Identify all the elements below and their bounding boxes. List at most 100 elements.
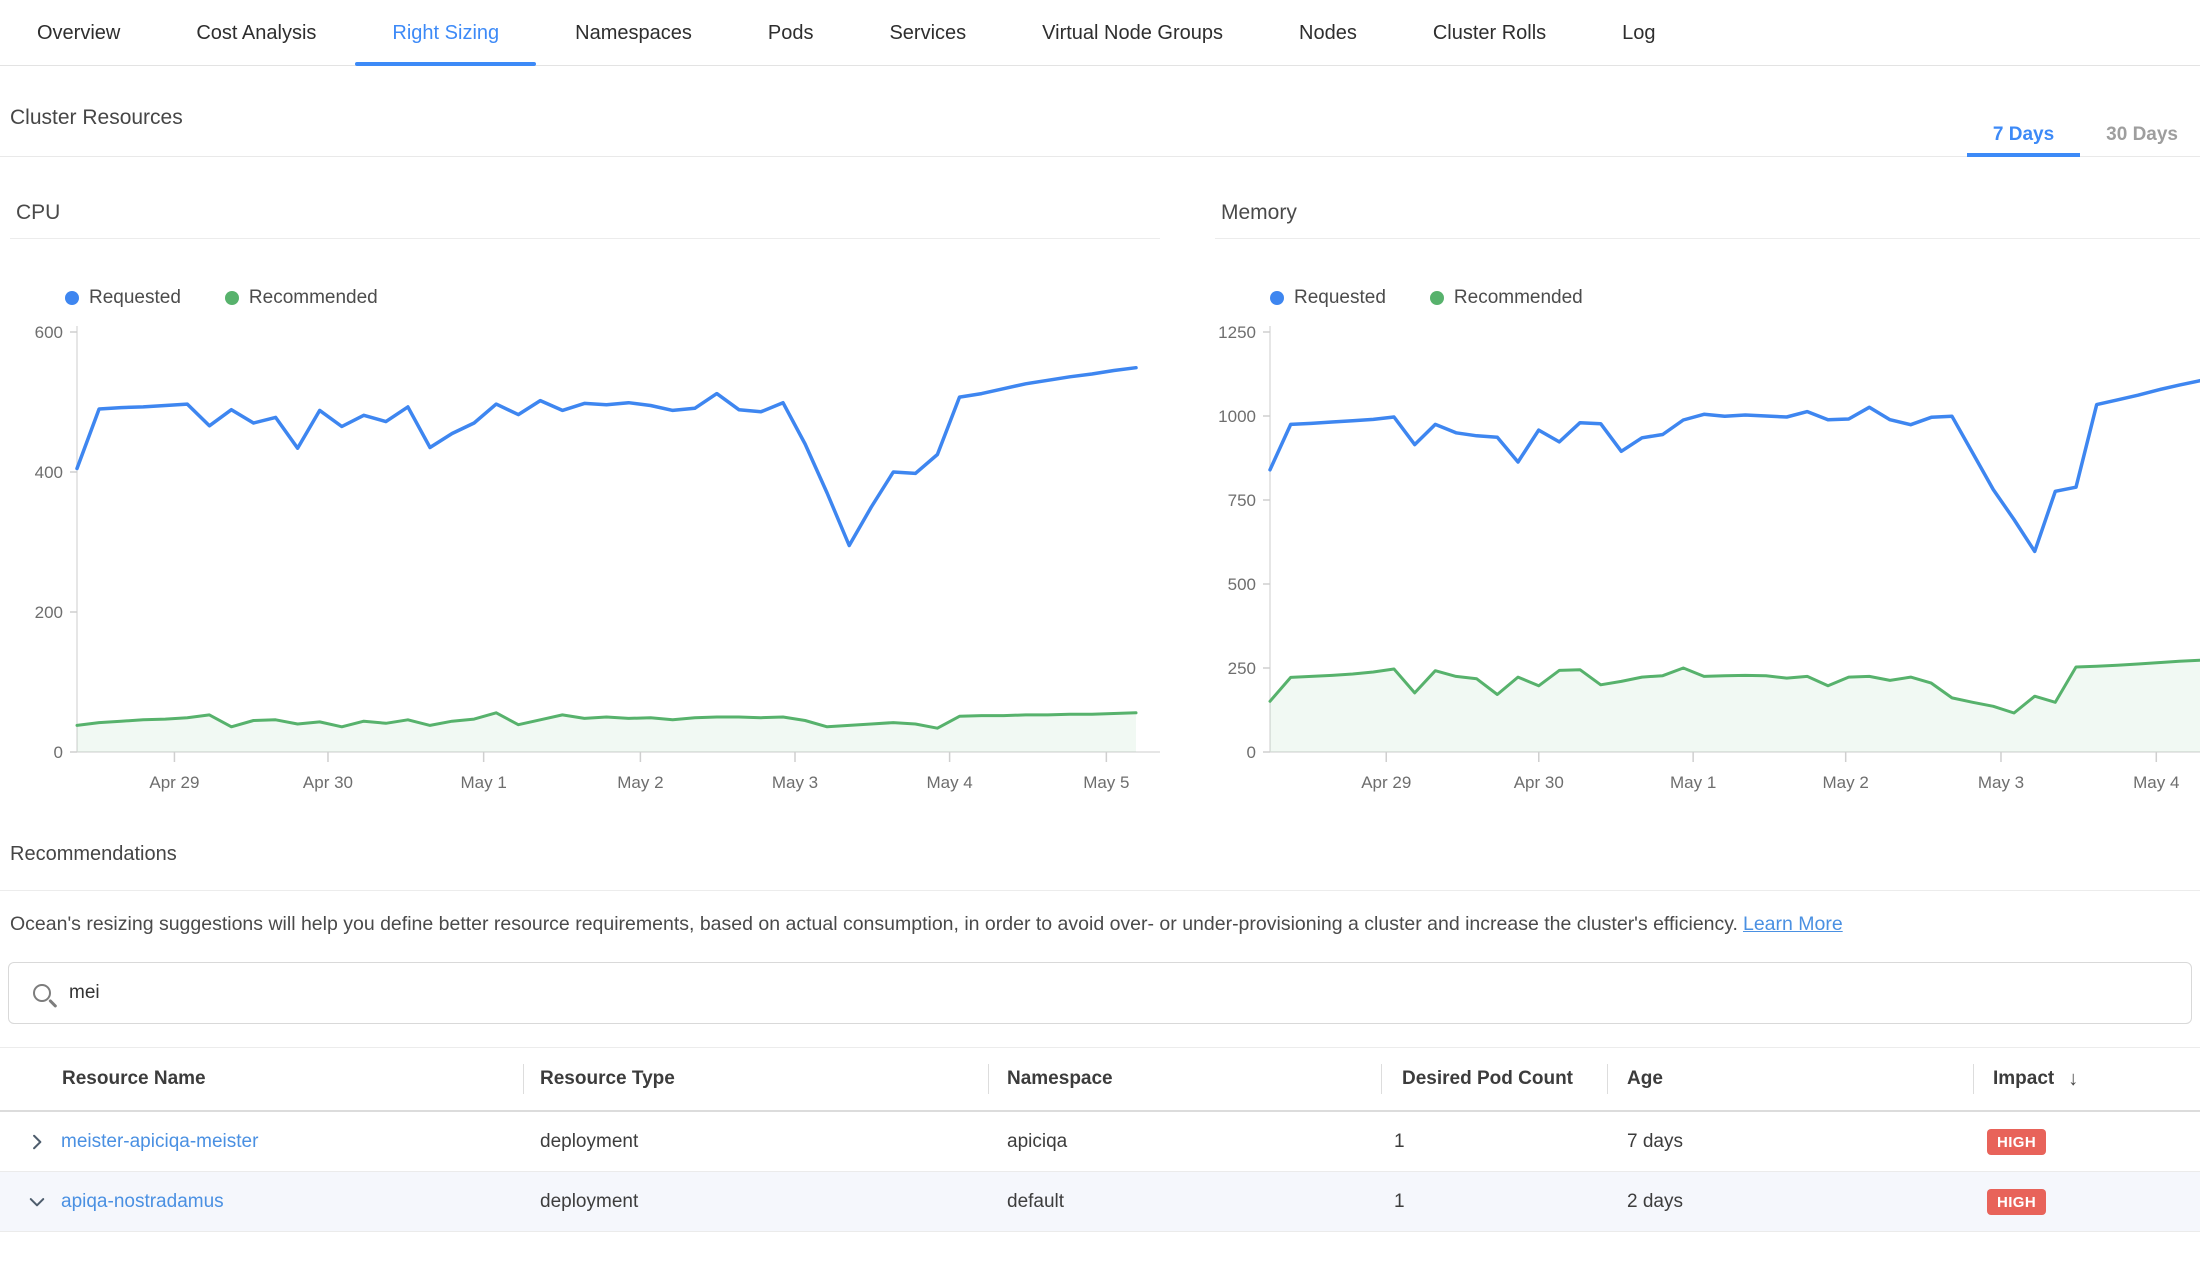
desired-pod-count-cell: 1 [1381, 1191, 1607, 1213]
time-range-switch: 7 Days 30 Days [1967, 107, 2192, 157]
column-header-resource-name[interactable]: Resource Name [0, 1048, 523, 1110]
search-box[interactable] [8, 962, 2192, 1024]
recommendations-description: Ocean's resizing suggestions will help y… [10, 913, 2200, 936]
svg-text:May 4: May 4 [2133, 773, 2179, 792]
search-input[interactable] [69, 982, 2191, 1004]
chevron-right-icon[interactable] [26, 1131, 48, 1153]
svg-text:May 3: May 3 [1978, 773, 2024, 792]
cpu-chart-panel: CPU Requested Recommended 0 200 400 600 Apr … [10, 179, 1160, 795]
table-row[interactable]: apiqa-nostradamus deployment default 1 2… [0, 1172, 2200, 1232]
legend-dot-requested-icon [1270, 291, 1284, 305]
column-header-label: Resource Name [62, 1068, 206, 1090]
column-header-label: Resource Type [540, 1068, 675, 1090]
tab-log[interactable]: Log [1585, 0, 1692, 66]
table-row[interactable]: meister-apiciqa-meister deployment apici… [0, 1112, 2200, 1172]
svg-text:0: 0 [54, 743, 63, 762]
legend-item-recommended: Recommended [1430, 287, 1583, 309]
svg-text:600: 600 [35, 323, 63, 342]
impact-cell: HIGH [1973, 1189, 2200, 1215]
resource-name-link[interactable]: apiqa-nostradamus [61, 1191, 224, 1213]
legend-item-recommended: Recommended [225, 287, 378, 309]
column-header-label: Impact [1993, 1068, 2054, 1090]
range-30-days[interactable]: 30 Days [2080, 107, 2192, 157]
table-header: Resource Name Resource Type Namespace De… [0, 1047, 2200, 1112]
legend-dot-requested-icon [65, 291, 79, 305]
desired-pod-count-cell: 1 [1381, 1131, 1607, 1153]
column-header-desired-pod-count[interactable]: Desired Pod Count [1381, 1048, 1607, 1110]
age-cell: 2 days [1607, 1191, 1973, 1213]
resource-name-cell: meister-apiciqa-meister [0, 1131, 523, 1153]
namespace-cell: default [988, 1191, 1381, 1213]
chevron-down-icon[interactable] [26, 1191, 48, 1213]
svg-text:1250: 1250 [1218, 323, 1256, 342]
column-header-resource-type[interactable]: Resource Type [523, 1048, 988, 1110]
svg-text:250: 250 [1228, 659, 1256, 678]
column-header-namespace[interactable]: Namespace [988, 1048, 1381, 1110]
svg-text:May 4: May 4 [926, 773, 972, 792]
svg-text:500: 500 [1228, 575, 1256, 594]
svg-text:Apr 30: Apr 30 [1514, 773, 1564, 792]
column-header-age[interactable]: Age [1607, 1048, 1973, 1110]
cpu-chart-legend: Requested Recommended [65, 287, 1160, 309]
section-title-recommendations: Recommendations [10, 843, 2200, 866]
svg-text:200: 200 [35, 603, 63, 622]
charts-row: CPU Requested Recommended 0 200 400 600 Apr … [0, 179, 2200, 795]
legend-label-recommended: Recommended [1454, 287, 1583, 309]
column-header-label: Age [1627, 1068, 1663, 1090]
svg-text:Apr 30: Apr 30 [303, 773, 353, 792]
column-header-label: Desired Pod Count [1402, 1068, 1573, 1090]
memory-chart-panel: Memory Requested Recommended 0 250 500 750 1… [1215, 179, 2200, 795]
resource-name-link[interactable]: meister-apiciqa-meister [61, 1131, 258, 1153]
top-nav: Overview Cost Analysis Right Sizing Name… [0, 0, 2200, 66]
tab-namespaces[interactable]: Namespaces [538, 0, 729, 66]
section-divider [0, 890, 2200, 891]
svg-text:0: 0 [1247, 743, 1256, 762]
age-cell: 7 days [1607, 1131, 1973, 1153]
memory-chart-title: Memory [1221, 201, 2200, 238]
legend-dot-recommended-icon [1430, 291, 1444, 305]
svg-text:750: 750 [1228, 491, 1256, 510]
impact-cell: HIGH [1973, 1129, 2200, 1155]
resource-type-cell: deployment [523, 1131, 988, 1153]
svg-text:Apr 29: Apr 29 [1361, 773, 1411, 792]
svg-text:May 2: May 2 [1823, 773, 1869, 792]
svg-text:400: 400 [35, 463, 63, 482]
svg-text:1000: 1000 [1218, 407, 1256, 426]
recommendations-description-text: Ocean's resizing suggestions will help y… [10, 913, 1738, 935]
svg-text:May 1: May 1 [1670, 773, 1716, 792]
legend-label-requested: Requested [1294, 287, 1386, 309]
learn-more-link[interactable]: Learn More [1743, 913, 1843, 935]
memory-line-chart: 0 250 500 750 1000 1250 Apr 29 Apr 30 May 1 May 2… [1215, 317, 2200, 795]
svg-text:May 3: May 3 [772, 773, 818, 792]
tab-nodes[interactable]: Nodes [1262, 0, 1394, 66]
section-title-cluster-resources: Cluster Resources [10, 106, 2190, 130]
tab-cost-analysis[interactable]: Cost Analysis [159, 0, 353, 66]
recommendations-section: Recommendations Ocean's resizing suggest… [0, 843, 2200, 936]
tab-overview[interactable]: Overview [0, 0, 157, 66]
range-7-days[interactable]: 7 Days [1967, 107, 2080, 157]
svg-text:Apr 29: Apr 29 [149, 773, 199, 792]
svg-text:May 2: May 2 [617, 773, 663, 792]
impact-badge-high: HIGH [1987, 1189, 2046, 1215]
resource-name-cell: apiqa-nostradamus [0, 1191, 523, 1213]
legend-label-recommended: Recommended [249, 287, 378, 309]
cpu-chart-title: CPU [16, 201, 1160, 238]
tab-right-sizing[interactable]: Right Sizing [355, 0, 536, 66]
tab-pods[interactable]: Pods [731, 0, 851, 66]
legend-item-requested: Requested [1270, 287, 1386, 309]
svg-text:May 1: May 1 [461, 773, 507, 792]
tab-virtual-node-groups[interactable]: Virtual Node Groups [1005, 0, 1260, 66]
recommendations-table: Resource Name Resource Type Namespace De… [0, 1047, 2200, 1232]
tab-cluster-rolls[interactable]: Cluster Rolls [1396, 0, 1583, 66]
search-icon [33, 984, 51, 1002]
tab-services[interactable]: Services [852, 0, 1003, 66]
cpu-line-chart: 0 200 400 600 Apr 29 Apr 30 May 1 May 2 May 3 May… [10, 317, 1160, 795]
memory-chart-legend: Requested Recommended [1270, 287, 2200, 309]
column-header-impact[interactable]: Impact ↓ [1973, 1048, 2200, 1110]
legend-item-requested: Requested [65, 287, 181, 309]
cluster-resources-bar: Cluster Resources 7 Days 30 Days [0, 66, 2200, 157]
legend-label-requested: Requested [89, 287, 181, 309]
sort-descending-icon: ↓ [2068, 1068, 2078, 1091]
namespace-cell: apiciqa [988, 1131, 1381, 1153]
resource-type-cell: deployment [523, 1191, 988, 1213]
